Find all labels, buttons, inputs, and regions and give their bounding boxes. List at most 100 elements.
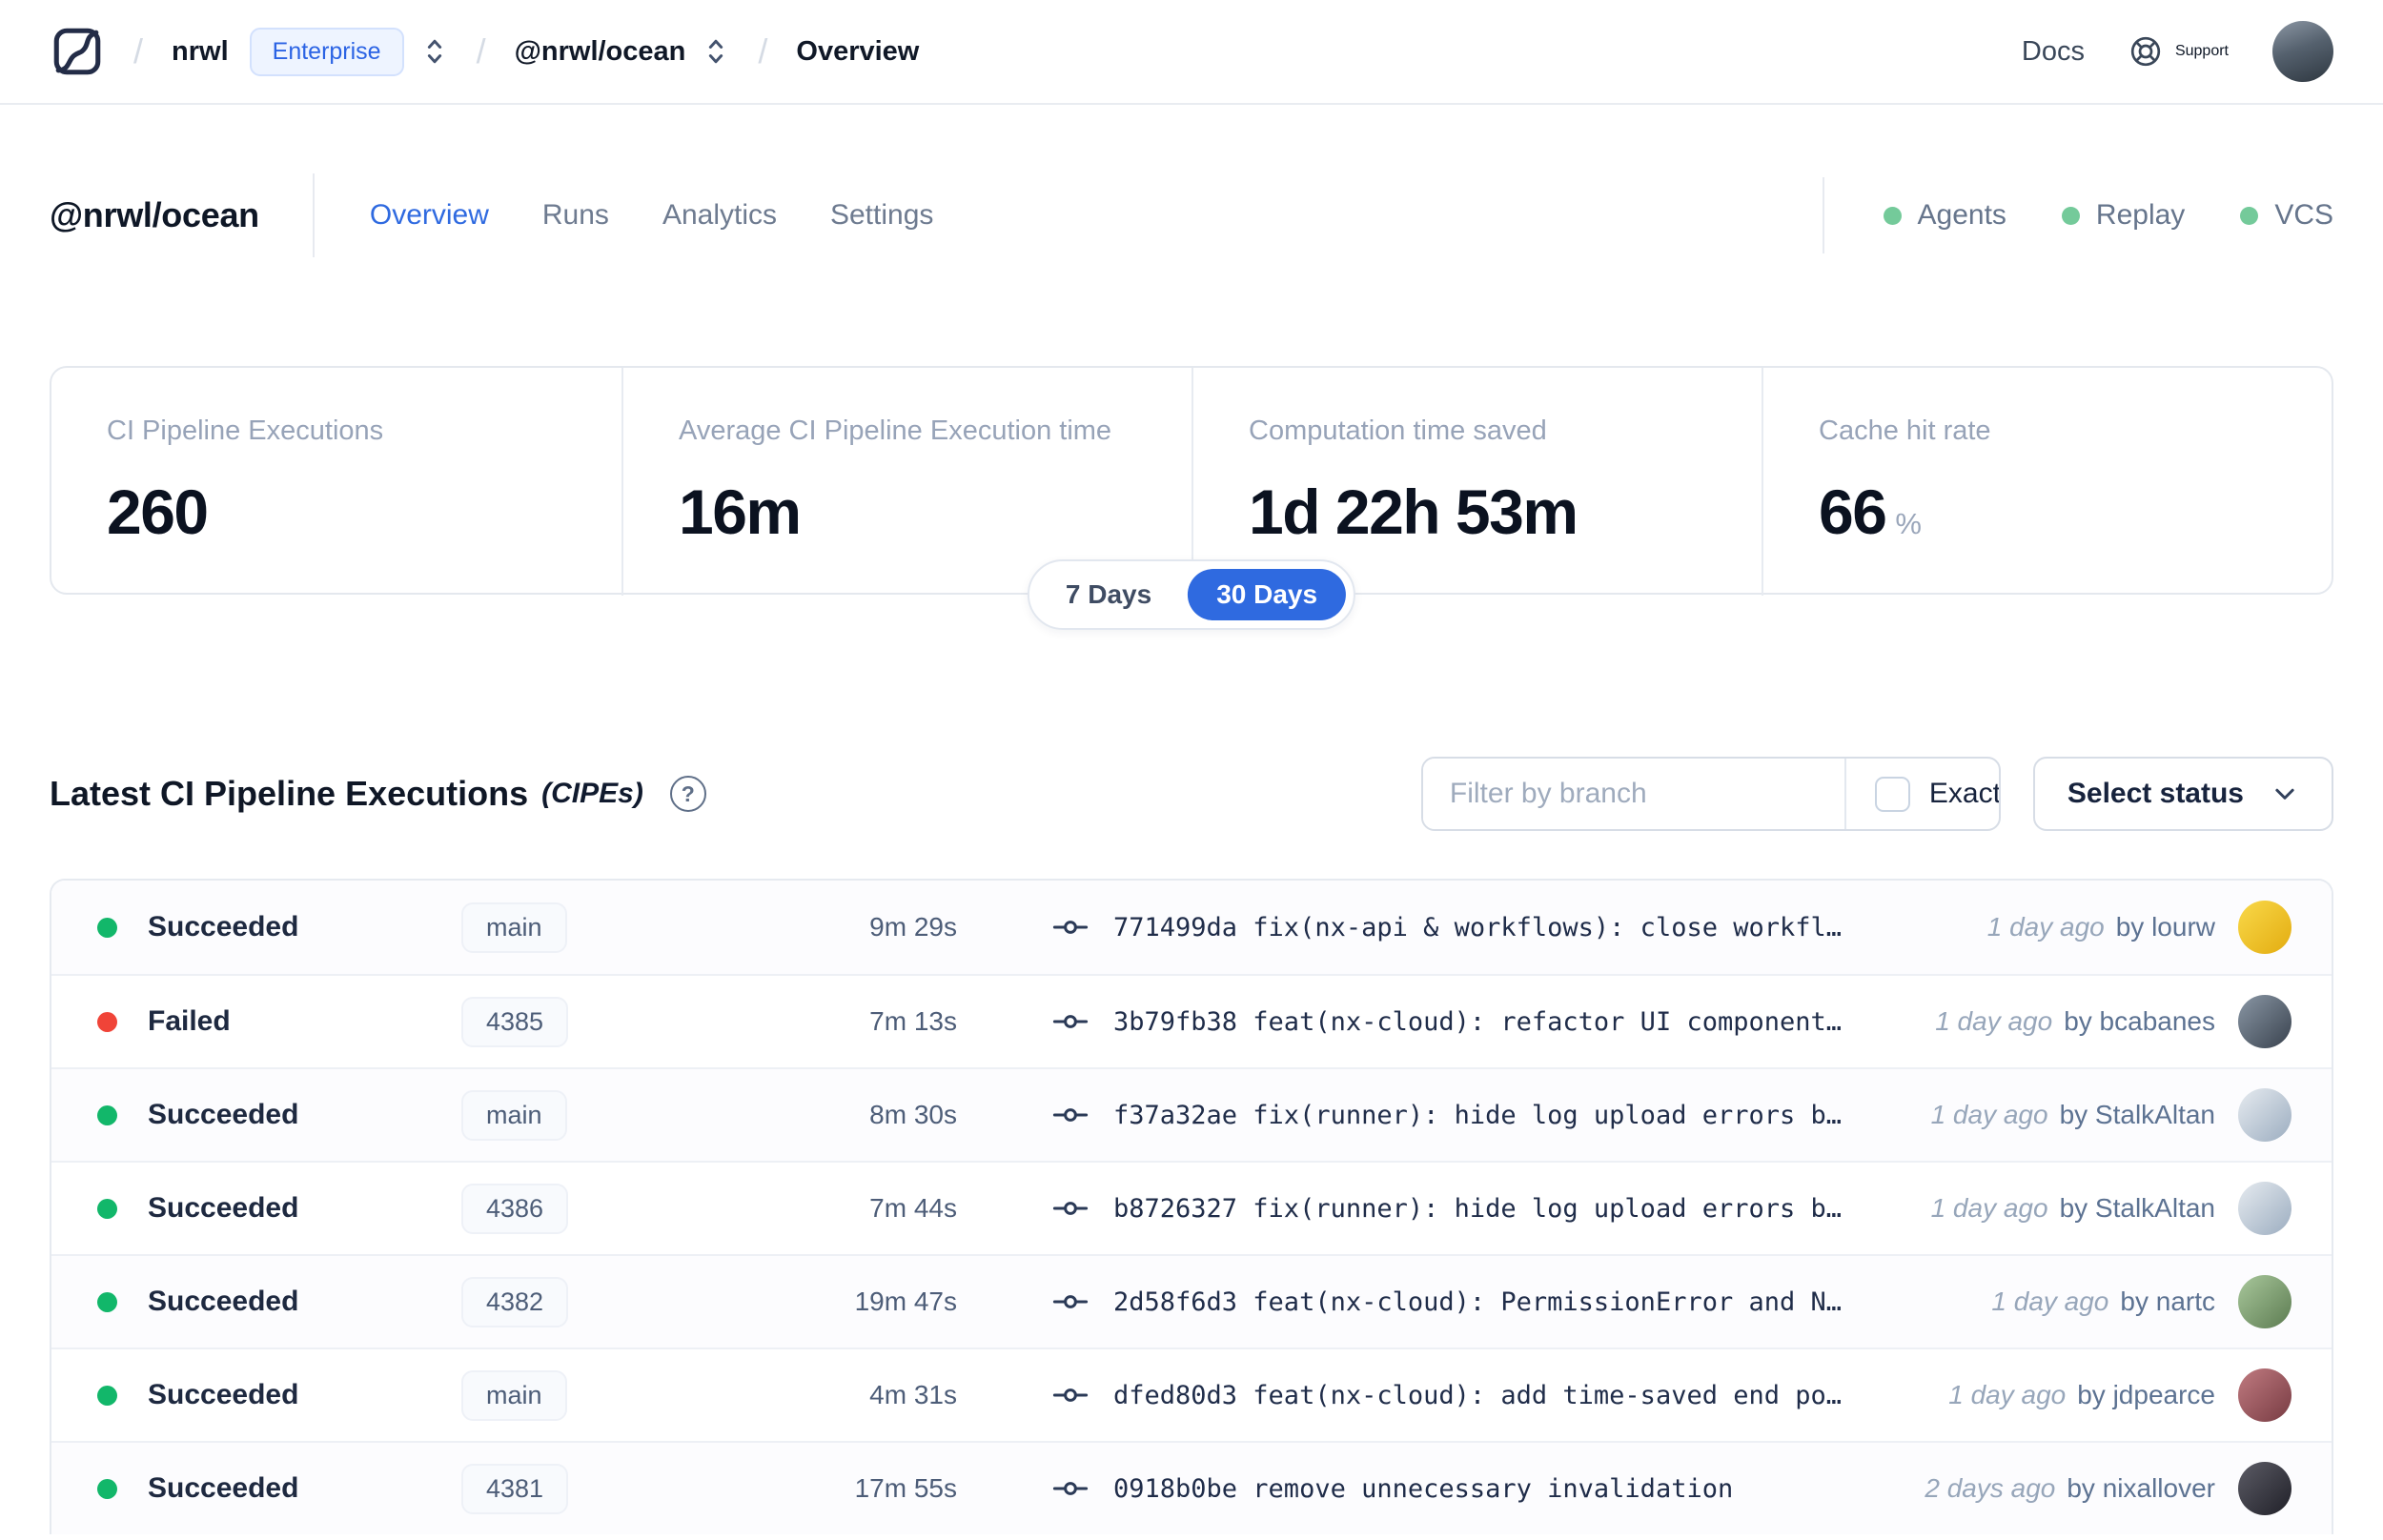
divider bbox=[1822, 177, 1824, 253]
timestamp: 1 day ago bbox=[1986, 912, 2105, 942]
nx-cloud-logo-icon[interactable] bbox=[50, 24, 105, 79]
author-avatar bbox=[2238, 1368, 2291, 1422]
commit-message: 0918b0be remove unnecessary invalidation bbox=[1113, 1473, 1734, 1504]
git-commit-icon bbox=[1052, 1482, 1089, 1495]
git-commit-icon bbox=[1052, 1388, 1089, 1402]
cipes-title-suffix: (CIPEs) bbox=[541, 778, 643, 809]
green-dot-icon bbox=[1883, 206, 1902, 225]
duration: 8m 30s bbox=[869, 1100, 957, 1129]
docs-link[interactable]: Docs bbox=[2022, 36, 2085, 68]
branch-badge: 4386 bbox=[461, 1183, 569, 1234]
status-select-button[interactable]: Select status bbox=[2032, 757, 2333, 831]
user-avatar[interactable] bbox=[2272, 21, 2333, 82]
status-label: Succeeded bbox=[148, 1192, 299, 1224]
breadcrumb-separator: / bbox=[476, 31, 486, 71]
tab-runs[interactable]: Runs bbox=[542, 199, 609, 232]
status-label: Succeeded bbox=[148, 1286, 299, 1317]
duration: 19m 47s bbox=[854, 1287, 957, 1316]
status-dot-icon bbox=[97, 1011, 117, 1032]
author-avatar bbox=[2238, 1462, 2291, 1515]
timestamp: 1 day ago bbox=[1930, 1100, 2048, 1129]
date-range-toggle: 7 Days 30 Days bbox=[1027, 559, 1356, 630]
table-row[interactable]: Succeeded main 8m 30s f37a32ae fix(runne… bbox=[51, 1067, 2332, 1161]
table-row[interactable]: Succeeded 4382 19m 47s 2d58f6d3 feat(nx-… bbox=[51, 1254, 2332, 1348]
workspace-header: @nrwl/ocean Overview Runs Analytics Sett… bbox=[0, 172, 2383, 259]
author-avatar bbox=[2238, 901, 2291, 954]
commit-message: 2d58f6d3 feat(nx-cloud): PermissionError… bbox=[1113, 1287, 1843, 1317]
status-label: Failed bbox=[148, 1005, 231, 1037]
git-commit-icon bbox=[1052, 1015, 1089, 1028]
status-label: Succeeded bbox=[148, 911, 299, 942]
cipes-controls: Exact Select status bbox=[1420, 757, 2333, 831]
range-7-days-button[interactable]: 7 Days bbox=[1037, 569, 1180, 620]
status-dot-icon bbox=[97, 1104, 117, 1125]
branch-badge: 4381 bbox=[461, 1463, 569, 1514]
workspace-switcher-chevrons-icon[interactable] bbox=[703, 35, 729, 68]
green-dot-icon bbox=[2061, 206, 2080, 225]
breadcrumb-workspace[interactable]: @nrwl/ocean bbox=[515, 36, 686, 68]
table-row[interactable]: Failed 4385 7m 13s 3b79fb38 feat(nx-clou… bbox=[51, 974, 2332, 1067]
cipes-title: Latest CI Pipeline Executions bbox=[50, 774, 529, 813]
table-row[interactable]: Succeeded 4381 17m 55s 0918b0be remove u… bbox=[51, 1441, 2332, 1534]
duration: 17m 55s bbox=[854, 1473, 957, 1503]
support-link[interactable]: Support bbox=[2128, 34, 2229, 69]
org-switcher-chevrons-icon[interactable] bbox=[421, 35, 448, 68]
stats-section: CI Pipeline Executions 260 Average CI Pi… bbox=[50, 366, 2333, 630]
table-row[interactable]: Succeeded main 9m 29s 771499da fix(nx-ap… bbox=[51, 881, 2332, 974]
status-dot-icon bbox=[97, 1198, 117, 1219]
branch-badge: main bbox=[461, 1369, 567, 1421]
status-dot-icon bbox=[97, 917, 117, 938]
tab-settings[interactable]: Settings bbox=[830, 199, 933, 232]
indicator-vcs[interactable]: VCS bbox=[2240, 199, 2333, 232]
tab-overview[interactable]: Overview bbox=[370, 199, 489, 232]
status-label: Succeeded bbox=[148, 1099, 299, 1130]
author: by lourw bbox=[2115, 912, 2215, 942]
status-dot-icon bbox=[97, 1291, 117, 1312]
author-avatar bbox=[2238, 1182, 2291, 1235]
exact-checkbox[interactable] bbox=[1874, 776, 1910, 812]
indicator-agents[interactable]: Agents bbox=[1883, 199, 2006, 232]
breadcrumb-separator: / bbox=[758, 31, 768, 71]
green-dot-icon bbox=[2240, 206, 2259, 225]
branch-filter-input[interactable] bbox=[1422, 759, 1844, 829]
duration: 4m 31s bbox=[869, 1380, 957, 1409]
breadcrumb-org[interactable]: nrwl bbox=[172, 36, 229, 68]
top-nav: / nrwl Enterprise / @nrwl/ocean / Overvi… bbox=[0, 0, 2383, 105]
status-indicators: Agents Replay VCS bbox=[1822, 177, 2333, 253]
page-title: @nrwl/ocean bbox=[50, 195, 259, 234]
git-commit-icon bbox=[1052, 1295, 1089, 1308]
git-commit-icon bbox=[1052, 1108, 1089, 1122]
help-icon[interactable]: ? bbox=[669, 776, 706, 812]
stat-cache-hit-rate: Cache hit rate 66% bbox=[1762, 368, 2332, 596]
table-row[interactable]: Succeeded main 4m 31s dfed80d3 feat(nx-c… bbox=[51, 1348, 2332, 1441]
status-label: Succeeded bbox=[148, 1379, 299, 1410]
author-avatar bbox=[2238, 1088, 2291, 1142]
table-row[interactable]: Succeeded 4386 7m 44s b8726327 fix(runne… bbox=[51, 1161, 2332, 1254]
author-avatar bbox=[2238, 1275, 2291, 1328]
timestamp: 1 day ago bbox=[1935, 1006, 2053, 1036]
cipe-table: Succeeded main 9m 29s 771499da fix(nx-ap… bbox=[50, 879, 2333, 1534]
breadcrumb-page: Overview bbox=[796, 35, 920, 67]
commit-message: b8726327 fix(runner): hide log upload er… bbox=[1113, 1193, 1843, 1224]
timestamp: 1 day ago bbox=[1991, 1287, 2109, 1316]
status-dot-icon bbox=[97, 1478, 117, 1499]
breadcrumb-separator: / bbox=[133, 31, 144, 71]
commit-message: dfed80d3 feat(nx-cloud): add time-saved … bbox=[1113, 1380, 1843, 1410]
enterprise-badge: Enterprise bbox=[249, 27, 404, 76]
stat-ci-pipeline-executions: CI Pipeline Executions 260 bbox=[107, 415, 384, 547]
tab-analytics[interactable]: Analytics bbox=[662, 199, 777, 232]
range-30-days-button[interactable]: 30 Days bbox=[1188, 569, 1347, 620]
branch-badge: 4382 bbox=[461, 1276, 569, 1327]
author: by jdpearce bbox=[2077, 1380, 2215, 1409]
exact-filter: Exact bbox=[1843, 759, 2001, 829]
timestamp: 1 day ago bbox=[1930, 1193, 2048, 1223]
indicator-replay[interactable]: Replay bbox=[2061, 199, 2185, 232]
author: by bcabanes bbox=[2064, 1006, 2215, 1036]
commit-message: f37a32ae fix(runner): hide log upload er… bbox=[1113, 1100, 1843, 1130]
duration: 7m 44s bbox=[869, 1193, 957, 1223]
exact-label: Exact bbox=[1928, 778, 2001, 809]
branch-badge: main bbox=[461, 902, 567, 953]
cipes-section-header: Latest CI Pipeline Executions (CIPEs) ? … bbox=[50, 757, 2333, 831]
git-commit-icon bbox=[1052, 921, 1089, 934]
duration: 7m 13s bbox=[869, 1006, 957, 1036]
